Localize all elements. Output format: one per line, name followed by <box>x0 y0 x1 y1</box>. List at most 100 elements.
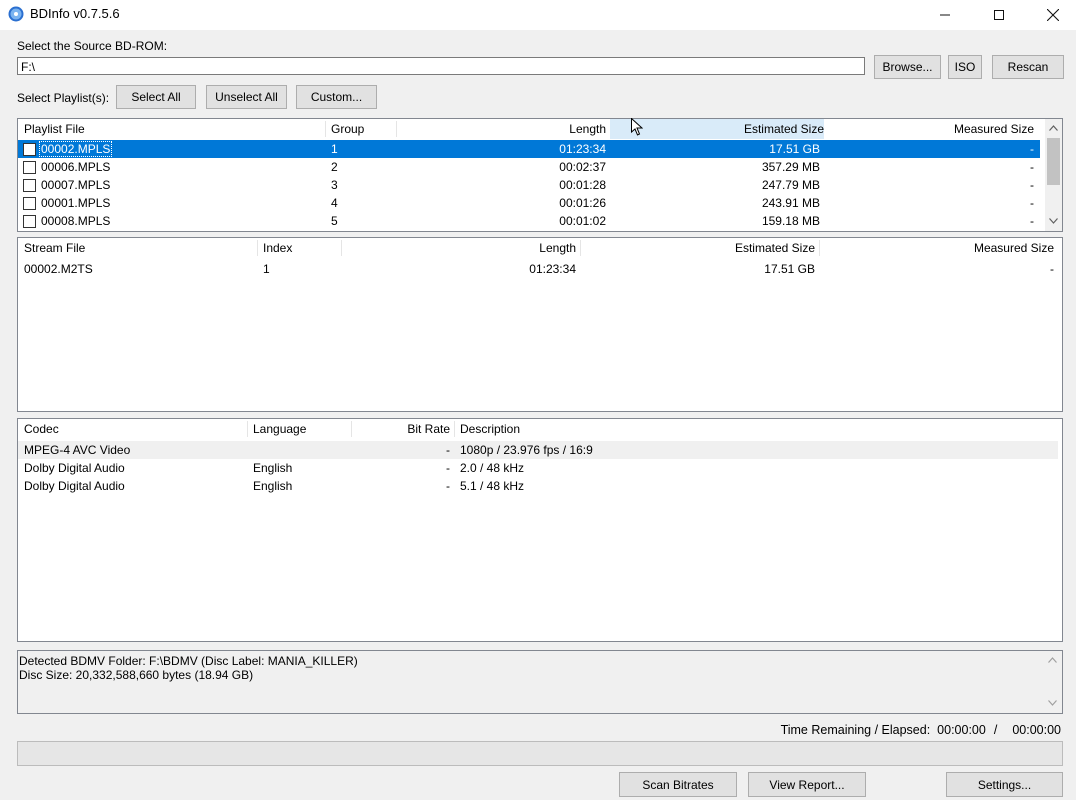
scan-progress-bar <box>17 741 1063 766</box>
playlist-length: 00:01:28 <box>559 178 606 192</box>
source-path-input[interactable]: F:\ <box>17 57 865 75</box>
playlist-length: 00:01:26 <box>559 196 606 210</box>
stream-file[interactable]: 00002.M2TS <box>24 262 93 276</box>
minimize-icon <box>940 14 950 16</box>
stream-measured-size: - <box>1050 262 1054 276</box>
playlist-length: 01:23:34 <box>559 142 606 156</box>
header-estimated-size[interactable]: Estimated Size <box>584 238 815 258</box>
header-divider <box>341 240 342 256</box>
stream-estimated-size: 17.51 GB <box>764 262 815 276</box>
header-description[interactable]: Description <box>460 419 760 439</box>
codec-description: 1080p / 23.976 fps / 16:9 <box>460 443 593 457</box>
scroll-thumb[interactable] <box>1047 138 1060 185</box>
playlist-file[interactable]: 00008.MPLS <box>41 214 110 228</box>
header-length[interactable]: Length <box>398 119 606 139</box>
codec-name[interactable]: Dolby Digital Audio <box>24 461 125 475</box>
scroll-up-icon[interactable] <box>1048 657 1057 663</box>
playlist-group: 3 <box>331 178 338 192</box>
maximize-button[interactable] <box>976 0 1022 30</box>
playlist-measured-size: - <box>1030 142 1034 156</box>
window-title: BDInfo v0.7.5.6 <box>30 6 120 21</box>
browse-button[interactable]: Browse... <box>874 55 941 79</box>
header-divider <box>580 240 581 256</box>
scan-bitrates-button[interactable]: Scan Bitrates <box>619 772 737 797</box>
playlist-measured-size: - <box>1030 214 1034 228</box>
title-bar <box>0 0 1076 30</box>
playlist-checkbox[interactable] <box>23 179 36 192</box>
time-status: Time Remaining / Elapsed: 00:00:00 / 00:… <box>700 723 1061 739</box>
disc-size-text: Disc Size: 20,332,588,660 bytes (18.94 G… <box>19 668 254 682</box>
unselect-all-button[interactable]: Unselect All <box>206 85 287 109</box>
detected-folder-text: Detected BDMV Folder: F:\BDMV (Disc Labe… <box>19 654 358 668</box>
header-divider <box>396 121 397 137</box>
info-textarea[interactable]: Detected BDMV Folder: F:\BDMV (Disc Labe… <box>17 650 1063 714</box>
playlist-checkbox[interactable] <box>23 197 36 210</box>
scroll-up-icon[interactable] <box>1049 125 1058 131</box>
codec-bit-rate: - <box>446 479 450 493</box>
playlist-group: 1 <box>331 142 338 156</box>
maximize-icon <box>994 10 1004 20</box>
codec-list[interactable]: Codec Language Bit Rate Description MPEG… <box>17 418 1063 642</box>
playlist-scrollbar[interactable] <box>1045 119 1062 231</box>
header-divider <box>819 240 820 256</box>
playlist-checkbox[interactable] <box>23 161 36 174</box>
playlist-checkbox[interactable] <box>23 143 36 156</box>
playlist-length: 00:02:37 <box>559 160 606 174</box>
minimize-button[interactable] <box>922 0 968 30</box>
time-remaining: 00:00:00 <box>937 723 986 737</box>
playlist-measured-size: - <box>1030 178 1034 192</box>
header-divider <box>247 421 248 437</box>
view-report-button[interactable]: View Report... <box>748 772 866 797</box>
iso-button[interactable]: ISO <box>948 55 982 79</box>
codec-language: English <box>253 479 293 493</box>
close-button[interactable] <box>1030 0 1076 30</box>
playlist-estimated-size: 17.51 GB <box>769 142 820 156</box>
playlist-file[interactable]: 00001.MPLS <box>41 196 110 210</box>
header-divider <box>257 240 258 256</box>
header-measured-size[interactable]: Measured Size <box>824 238 1054 258</box>
time-separator: / <box>993 723 998 737</box>
time-label: Time Remaining / Elapsed: <box>780 723 931 737</box>
playlist-estimated-size: 247.79 MB <box>761 178 820 192</box>
scroll-down-icon[interactable] <box>1049 218 1058 224</box>
header-length[interactable]: Length <box>348 238 576 258</box>
codec-name[interactable]: Dolby Digital Audio <box>24 479 125 493</box>
header-codec[interactable]: Codec <box>24 419 244 439</box>
header-divider <box>325 121 326 137</box>
playlist-group: 4 <box>331 196 338 210</box>
bdinfo-disc-icon <box>8 6 24 22</box>
codec-language: English <box>253 461 293 475</box>
playlist-file[interactable]: 00006.MPLS <box>41 160 110 174</box>
scroll-down-icon[interactable] <box>1048 700 1057 706</box>
codec-bit-rate: - <box>446 461 450 475</box>
mouse-cursor-icon <box>631 118 643 136</box>
header-index[interactable]: Index <box>263 238 333 258</box>
header-divider <box>454 421 455 437</box>
header-measured-size[interactable]: Measured Size <box>826 119 1034 139</box>
header-group[interactable]: Group <box>331 119 391 139</box>
playlist-group: 5 <box>331 214 338 228</box>
codec-description: 5.1 / 48 kHz <box>460 479 525 493</box>
custom-button[interactable]: Custom... <box>296 85 377 109</box>
stream-list[interactable]: Stream File Index Length Estimated Size … <box>17 237 1063 412</box>
playlist-file[interactable]: 00007.MPLS <box>41 178 110 192</box>
playlist-measured-size: - <box>1030 196 1034 210</box>
time-elapsed: 00:00:00 <box>1012 723 1061 737</box>
header-playlist-file[interactable]: Playlist File <box>24 119 324 139</box>
playlist-group: 2 <box>331 160 338 174</box>
playlist-estimated-size: 243.91 MB <box>761 196 820 210</box>
playlist-length: 00:01:02 <box>559 214 606 228</box>
playlist-measured-size: - <box>1030 160 1034 174</box>
codec-description: 2.0 / 48 kHz <box>460 461 525 475</box>
header-stream-file[interactable]: Stream File <box>24 238 254 258</box>
playlist-file: 00002.MPLS <box>38 141 113 157</box>
playlist-list[interactable]: Playlist File Group Length Estimated Siz… <box>17 118 1063 232</box>
playlist-estimated-size: 357.29 MB <box>761 160 820 174</box>
header-language[interactable]: Language <box>253 419 348 439</box>
playlist-estimated-size: 159.18 MB <box>761 214 820 228</box>
playlist-checkbox[interactable] <box>23 215 36 228</box>
select-all-button[interactable]: Select All <box>116 85 196 109</box>
rescan-button[interactable]: Rescan <box>992 55 1064 79</box>
header-bit-rate[interactable]: Bit Rate <box>353 419 450 439</box>
settings-button[interactable]: Settings... <box>946 772 1063 797</box>
